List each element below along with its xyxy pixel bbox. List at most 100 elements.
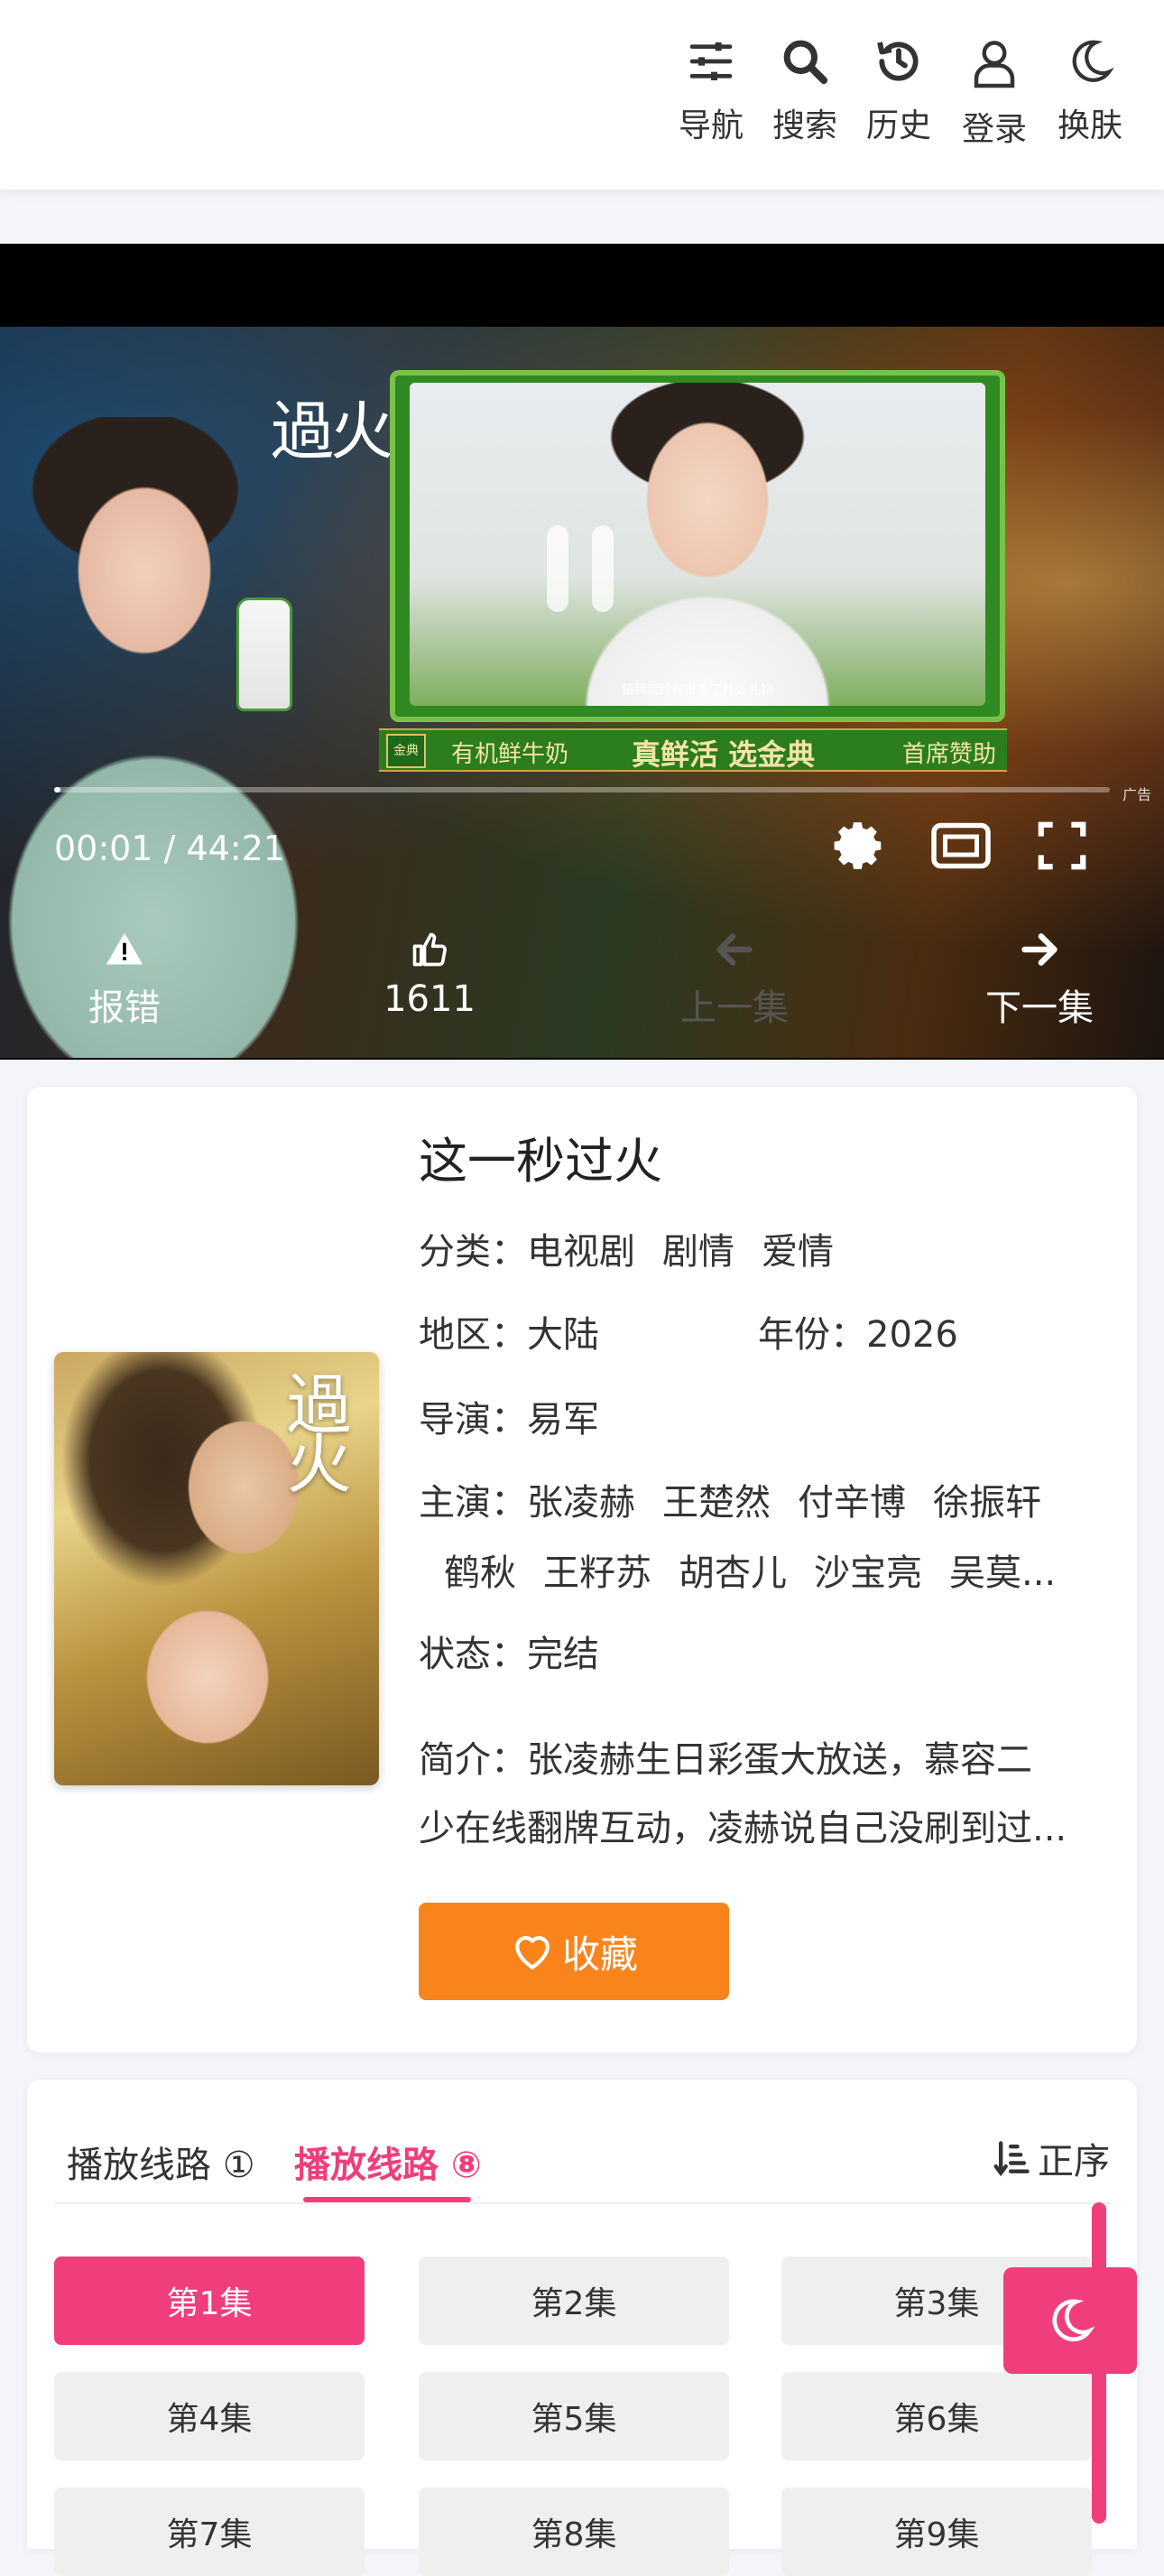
year-value[interactable]: 2026 [866, 1314, 958, 1356]
ad-strip-slogan: 真鲜活 选金典 [632, 737, 816, 772]
description-line: 少在线翻牌互动，凌赫说自己没刷到过... [419, 1808, 1067, 1849]
director-value[interactable]: 易军 [527, 1399, 599, 1441]
progress-bar[interactable] [54, 787, 1110, 792]
theme-label: 换肤 [1057, 107, 1122, 144]
episode-list-card: 播放线路 ① 播放线路 ⑧ 正序 第1集 第2集 第3集 第4集 第5集 第6集… [27, 2080, 1137, 2576]
tab-divider [54, 2202, 1110, 2204]
previous-episode-button[interactable]: 上一集 [635, 930, 834, 1031]
director-row: 导演：易军 [419, 1390, 599, 1442]
episode-button[interactable]: 第9集 [781, 2488, 1092, 2576]
report-error-label: 报错 [88, 987, 161, 1029]
region-row: 地区：大陆 [419, 1305, 599, 1357]
sort-toggle[interactable]: 正序 [993, 2132, 1110, 2184]
next-episode-button[interactable]: 下一集 [940, 930, 1139, 1031]
episode-button[interactable]: 第5集 [419, 2372, 729, 2460]
nav-button[interactable]: 导航 [666, 36, 756, 146]
like-button[interactable]: 1611 [330, 930, 529, 1020]
ad-strip-item: 首席赞助 [902, 741, 997, 768]
episode-button[interactable]: 第7集 [54, 2488, 365, 2576]
video-info-card: 過火 这一秒过火 分类：电视剧 剧情 爱情 地区：大陆 年份：2026 导演：易军 … [27, 1087, 1137, 2052]
history-label: 历史 [865, 107, 931, 144]
favorite-button[interactable]: 收藏 [419, 1903, 729, 2000]
cast-row: 主演：张凌赫 王楚然 付辛博 徐振轩 [419, 1473, 1068, 1525]
tab-source-8[interactable]: 播放线路 ⑧ [294, 2136, 482, 2188]
director-label: 导演： [419, 1399, 527, 1441]
fullscreen-icon[interactable] [1030, 818, 1094, 874]
category-tag[interactable]: 剧情 [662, 1231, 734, 1273]
arrow-right-icon [1021, 933, 1058, 966]
login-label: 登录 [961, 111, 1027, 148]
picture-in-picture-icon[interactable] [929, 818, 993, 874]
region-label: 地区： [419, 1314, 527, 1356]
like-count: 1611 [383, 978, 476, 1020]
theme-button[interactable]: 换肤 [1045, 36, 1135, 146]
time-display: 00:01 / 44:21 [54, 829, 285, 868]
status-label: 状态： [419, 1634, 527, 1675]
video-player[interactable]: 過火 猜猜我给你准备了什么礼物 金典 有机鲜牛奶 真鲜活 选金典 首席赞助 广告… [0, 244, 1164, 1060]
ad-frame: 猜猜我给你准备了什么礼物 [390, 370, 1005, 722]
status-row: 状态：完结 [419, 1625, 599, 1677]
previous-episode-label: 上一集 [680, 987, 789, 1029]
tab-source-1[interactable]: 播放线路 ① [67, 2136, 255, 2188]
status-value: 完结 [527, 1634, 599, 1675]
cast-name[interactable]: 徐振轩 [933, 1482, 1041, 1524]
cast-name[interactable]: 鹤秋 [444, 1552, 516, 1594]
active-tab-underline [303, 2197, 471, 2202]
ad-strip: 金典 有机鲜牛奶 真鲜活 选金典 首席赞助 [379, 728, 1007, 772]
settings-gear-icon[interactable] [832, 818, 888, 874]
description[interactable]: 简介：张凌赫生日彩蛋大放送，慕容二 少在线翻牌互动，凌赫说自己没刷到过... [419, 1726, 1104, 1863]
search-button[interactable]: 搜索 [760, 36, 850, 146]
cast-name[interactable]: 吴莫... [949, 1552, 1056, 1594]
cast-row-2: 鹤秋 王籽苏 胡杏儿 沙宝亮 吴莫... [444, 1543, 1056, 1596]
category-tag[interactable]: 电视剧 [527, 1231, 635, 1273]
cast-name[interactable]: 付辛博 [798, 1482, 906, 1524]
ad-strip-item: 有机鲜牛奶 [451, 741, 569, 768]
thumbs-up-icon [412, 932, 447, 967]
moon-icon [1072, 40, 1114, 82]
cast-name[interactable]: 张凌赫 [527, 1482, 635, 1524]
user-icon [974, 41, 1015, 88]
cast-name[interactable]: 王籽苏 [543, 1552, 651, 1594]
category-tag[interactable]: 爱情 [762, 1231, 834, 1273]
heart-icon [515, 1936, 550, 1969]
poster-title: 過火 [275, 1370, 351, 1489]
ad-inner-image: 猜猜我给你准备了什么礼物 [410, 383, 985, 706]
ad-logo: 金典 [386, 734, 426, 768]
warning-icon [106, 932, 143, 965]
cast-label: 主演： [419, 1482, 527, 1524]
year-row: 年份：2026 [758, 1305, 958, 1357]
region-value[interactable]: 大陆 [527, 1314, 599, 1356]
category-row: 分类：电视剧 剧情 爱情 [419, 1222, 861, 1274]
episode-button[interactable]: 第4集 [54, 2372, 365, 2460]
year-label: 年份： [758, 1314, 866, 1356]
sort-ascending-icon [993, 2141, 1030, 2177]
history-button[interactable]: 历史 [854, 36, 944, 146]
video-title: 这一秒过火 [419, 1133, 662, 1190]
description-line: 简介：张凌赫生日彩蛋大放送，慕容二 [419, 1739, 1032, 1781]
moon-icon [1052, 2299, 1095, 2342]
report-error-button[interactable]: 报错 [25, 930, 224, 1031]
cast-name[interactable]: 王楚然 [662, 1482, 771, 1524]
pause-icon[interactable] [547, 525, 568, 612]
pause-icon[interactable] [592, 525, 614, 612]
ad-caption: 猜猜我给你准备了什么礼物 [622, 683, 773, 698]
search-label: 搜索 [771, 107, 837, 144]
search-icon [783, 40, 828, 85]
login-button[interactable]: 登录 [949, 36, 1039, 150]
milk-bottle-image [236, 598, 292, 711]
arrow-left-icon [716, 933, 753, 966]
theme-toggle-fab[interactable] [1003, 2267, 1137, 2374]
episode-button[interactable]: 第2集 [419, 2256, 729, 2345]
episode-button[interactable]: 第6集 [781, 2372, 1092, 2460]
cast-name[interactable]: 胡杏儿 [679, 1552, 787, 1594]
poster-image[interactable]: 過火 [54, 1352, 379, 1785]
episode-button[interactable]: 第1集 [54, 2256, 365, 2345]
nav-label: 导航 [678, 107, 744, 144]
episode-button[interactable]: 第8集 [419, 2488, 729, 2576]
next-episode-label: 下一集 [985, 987, 1094, 1029]
top-header: 导航 搜索 历史 登录 换肤 [0, 0, 1164, 190]
cast-name[interactable]: 沙宝亮 [814, 1552, 922, 1594]
favorite-label: 收藏 [561, 1932, 638, 1977]
progress-fill [54, 787, 61, 792]
category-label: 分类： [419, 1231, 527, 1273]
